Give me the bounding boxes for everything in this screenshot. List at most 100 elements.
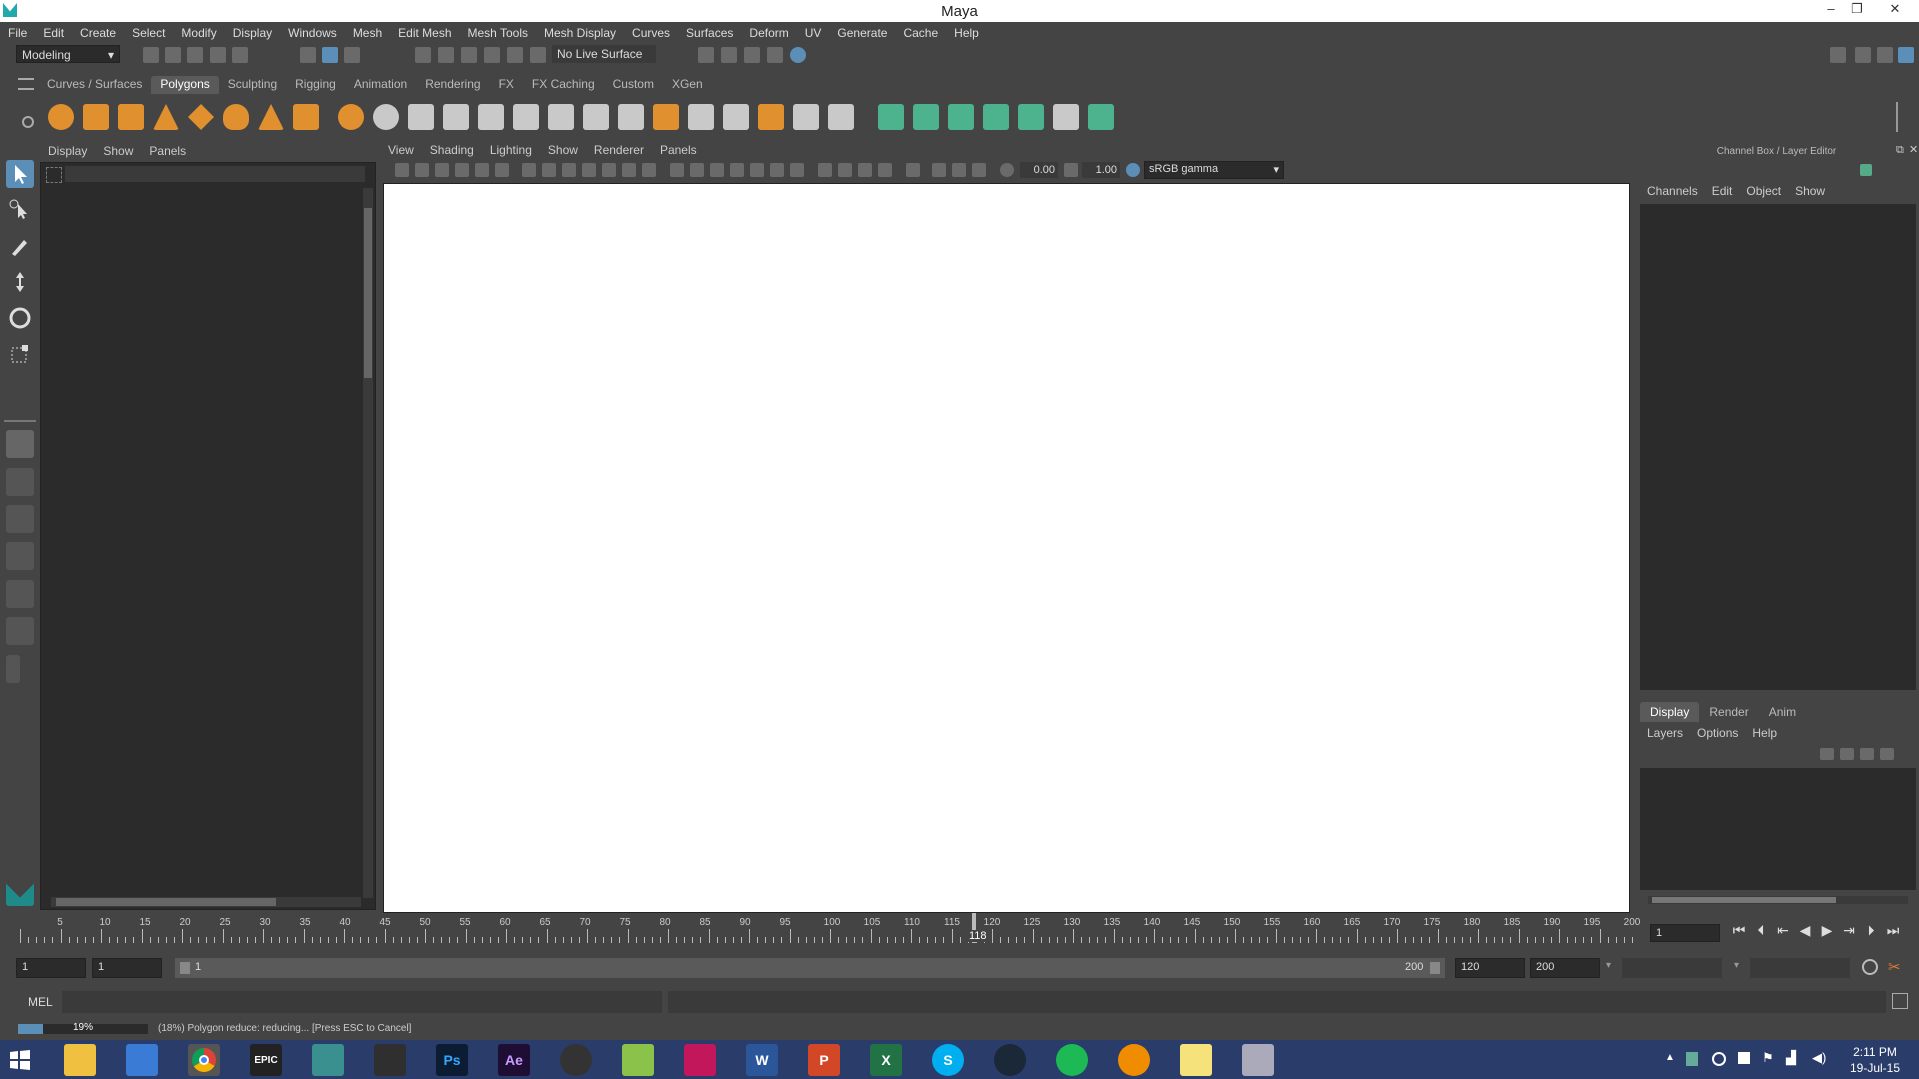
tool-settings-icon[interactable]: [1877, 47, 1893, 63]
task-app-icon[interactable]: [374, 1044, 406, 1076]
script-type-label[interactable]: MEL: [28, 995, 53, 1009]
menu-edit[interactable]: Edit: [35, 26, 72, 40]
menu-mesh-tools[interactable]: Mesh Tools: [460, 26, 536, 40]
auto-key-icon[interactable]: [1862, 959, 1878, 975]
save-scene-icon[interactable]: [187, 47, 203, 63]
outliner-persp-graph-layout-icon[interactable]: [6, 617, 34, 645]
clock-date[interactable]: 19-Jul-15: [1840, 1061, 1910, 1075]
bevel-icon[interactable]: [653, 104, 679, 130]
show-hidden-icons[interactable]: ▲: [1665, 1052, 1675, 1063]
range-end-handle[interactable]: [1430, 962, 1440, 974]
outliner-menu-panels[interactable]: Panels: [141, 144, 194, 158]
exposure-icon[interactable]: [1000, 163, 1014, 177]
menu-mesh-display[interactable]: Mesh Display: [536, 26, 624, 40]
wireframe-icon[interactable]: [670, 163, 684, 177]
volume-icon[interactable]: ◀): [1812, 1050, 1826, 1066]
snap-live-icon[interactable]: [530, 47, 546, 63]
poly-cube-icon[interactable]: [83, 104, 109, 130]
average-vertices-icon[interactable]: [513, 104, 539, 130]
tab-anim-layers[interactable]: Anim: [1759, 702, 1806, 722]
extrude-icon[interactable]: [583, 104, 609, 130]
poly-sphere-icon[interactable]: [48, 104, 74, 130]
play-forwards-icon[interactable]: ▶: [1816, 922, 1838, 942]
menu-curves[interactable]: Curves: [624, 26, 678, 40]
bookmark-icon[interactable]: [435, 163, 449, 177]
channel-box-option-icon[interactable]: [1860, 164, 1872, 176]
modeling-toolkit-icon[interactable]: [1830, 47, 1846, 63]
channel-menu-show[interactable]: Show: [1788, 184, 1832, 198]
outliner-vertical-scrollbar[interactable]: [363, 188, 373, 898]
maya-window-icon[interactable]: [1242, 1044, 1274, 1076]
resolution-gate-icon[interactable]: [562, 163, 576, 177]
depth-of-field-icon[interactable]: [878, 163, 892, 177]
snap-point-icon[interactable]: [461, 47, 477, 63]
layer-hscroll-thumb[interactable]: [1652, 897, 1836, 903]
smooth-shade-icon[interactable]: [690, 163, 704, 177]
image-plane-icon[interactable]: [455, 163, 469, 177]
tab-animation[interactable]: Animation: [345, 76, 416, 94]
isolate-select-icon[interactable]: [906, 163, 920, 177]
ipr-render-icon[interactable]: [744, 47, 760, 63]
step-back-key-icon[interactable]: ⇤: [1772, 922, 1794, 942]
ambient-occlusion-icon[interactable]: [818, 163, 832, 177]
select-component-icon[interactable]: [344, 47, 360, 63]
smooth-icon[interactable]: [443, 104, 469, 130]
menu-mesh[interactable]: Mesh: [345, 26, 390, 40]
tab-rendering[interactable]: Rendering: [416, 76, 489, 94]
animation-end-field[interactable]: 200: [1530, 958, 1600, 978]
tray-app-icon[interactable]: [1686, 1052, 1698, 1066]
select-tool-icon[interactable]: [6, 160, 34, 188]
menu-windows[interactable]: Windows: [280, 26, 345, 40]
combine-icon[interactable]: [338, 104, 364, 130]
layer-horizontal-scrollbar[interactable]: [1648, 896, 1908, 904]
insert-edge-loop-icon[interactable]: [688, 104, 714, 130]
animation-preferences-icon[interactable]: ✂: [1888, 958, 1906, 976]
range-start-handle[interactable]: [180, 962, 190, 974]
epic-games-icon[interactable]: EPIC: [250, 1044, 282, 1076]
lighting-icon[interactable]: [770, 163, 784, 177]
new-scene-icon[interactable]: [143, 47, 159, 63]
tab-curves-surfaces[interactable]: Curves / Surfaces: [38, 76, 151, 94]
powerpoint-icon[interactable]: P: [808, 1044, 840, 1076]
channel-menu-edit[interactable]: Edit: [1705, 184, 1740, 198]
outliner-scroll-thumb[interactable]: [364, 208, 372, 378]
chevron-down-icon[interactable]: ▾: [1606, 960, 1611, 971]
notepad-icon[interactable]: [622, 1044, 654, 1076]
new-layer-from-selection-icon[interactable]: [1880, 748, 1894, 760]
exposure-field[interactable]: 0.00: [1020, 162, 1058, 178]
safe-title-icon[interactable]: [642, 163, 656, 177]
sync-icon[interactable]: [1712, 1052, 1726, 1066]
outliner-menu-show[interactable]: Show: [95, 144, 141, 158]
default-material-icon[interactable]: [730, 163, 744, 177]
layer-menu-help[interactable]: Help: [1745, 726, 1784, 740]
safe-action-icon[interactable]: [622, 163, 636, 177]
viewport-menu-panels[interactable]: Panels: [652, 143, 705, 157]
reduce-icon[interactable]: [828, 104, 854, 130]
menu-generate[interactable]: Generate: [829, 26, 895, 40]
menu-file[interactable]: File: [0, 26, 35, 40]
viewport-menu-lighting[interactable]: Lighting: [482, 143, 540, 157]
camera-icon[interactable]: [395, 163, 409, 177]
step-forward-key-icon[interactable]: ⇥: [1838, 922, 1860, 942]
current-frame-field[interactable]: 1: [1650, 924, 1720, 942]
four-view-layout-icon[interactable]: [6, 468, 34, 496]
command-input[interactable]: [62, 991, 662, 1013]
outliner-filter-icon[interactable]: [46, 167, 62, 183]
control-panel-icon[interactable]: [126, 1044, 158, 1076]
steam-icon[interactable]: [994, 1044, 1026, 1076]
menu-surfaces[interactable]: Surfaces: [678, 26, 741, 40]
poly-plane-icon[interactable]: [188, 104, 214, 130]
chevron-down-icon[interactable]: ▾: [1734, 960, 1739, 971]
close-button[interactable]: ✕: [1884, 1, 1906, 19]
2d-pan-zoom-icon[interactable]: [475, 163, 489, 177]
shadows-icon[interactable]: [790, 163, 804, 177]
sticky-notes-icon[interactable]: [1180, 1044, 1212, 1076]
menu-create[interactable]: Create: [72, 26, 124, 40]
file-explorer-icon[interactable]: [64, 1044, 96, 1076]
outliner-menu-display[interactable]: Display: [40, 144, 95, 158]
viewport-menu-shading[interactable]: Shading: [422, 143, 482, 157]
play-backwards-icon[interactable]: ◀: [1794, 922, 1816, 942]
windows-start-icon[interactable]: [8, 1048, 32, 1072]
planar-uv-icon[interactable]: [878, 104, 904, 130]
tab-polygons[interactable]: Polygons: [151, 76, 219, 94]
